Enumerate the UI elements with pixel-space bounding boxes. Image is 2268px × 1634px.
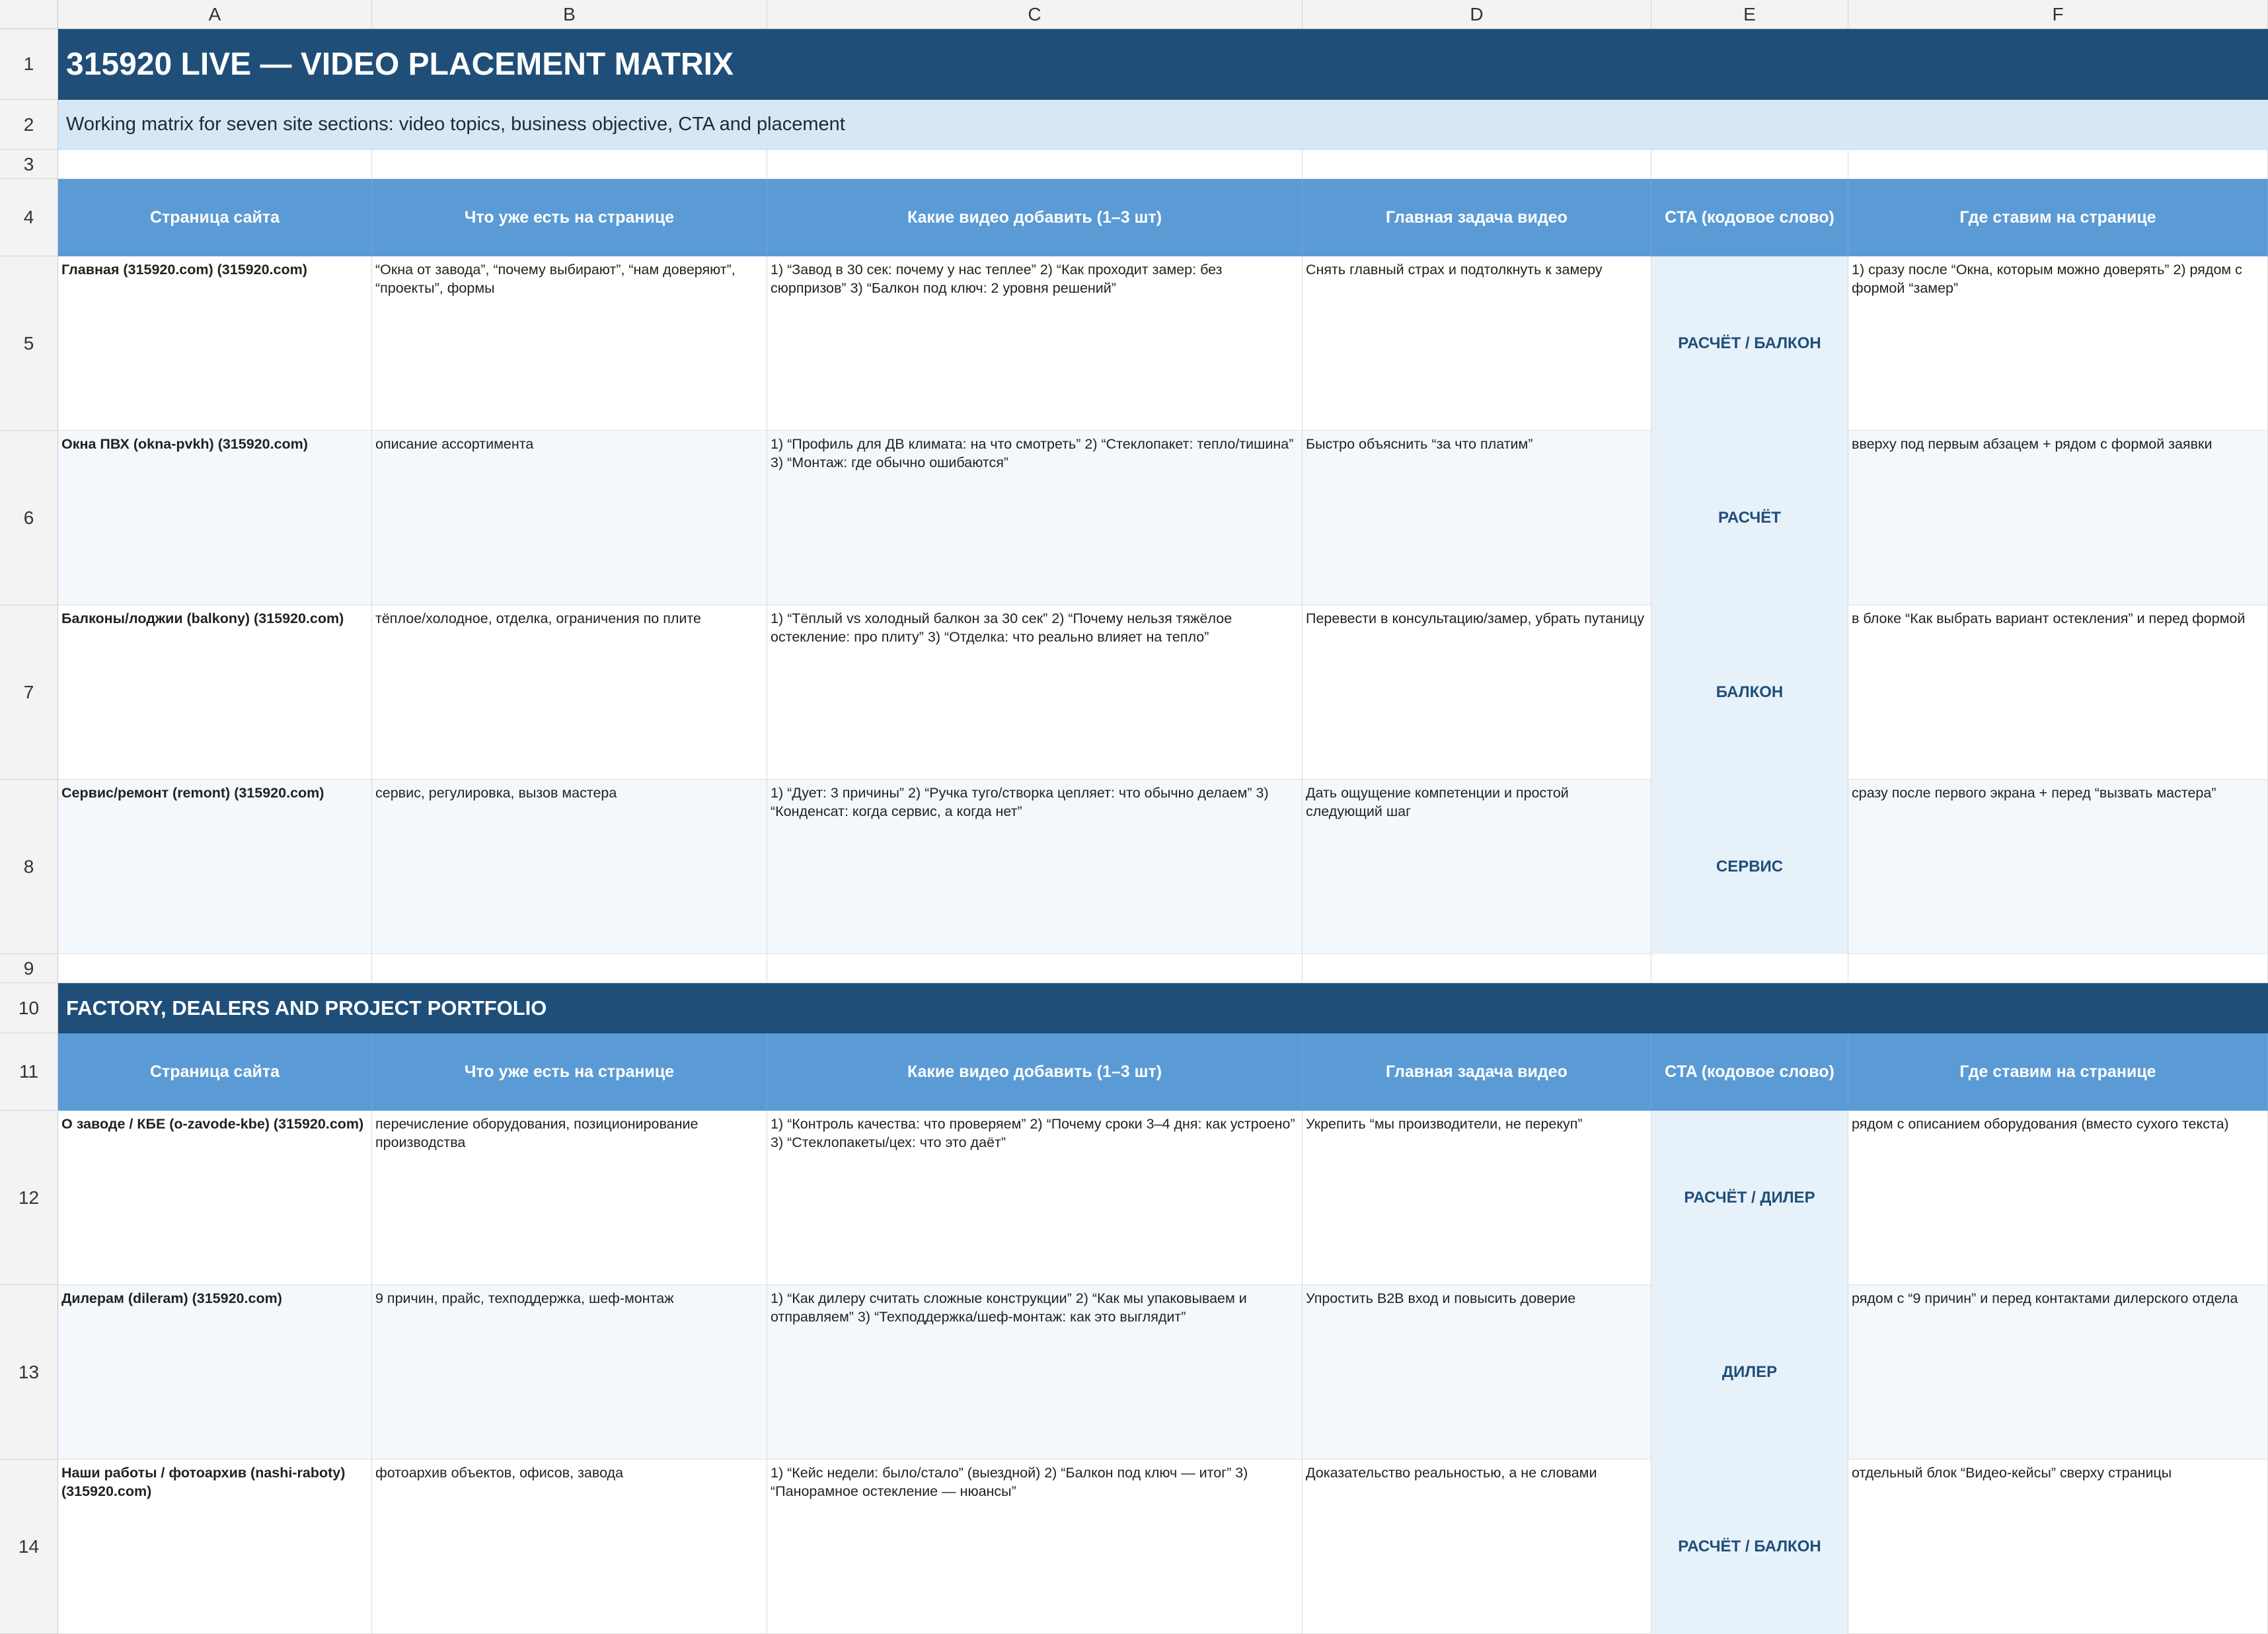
table1-header-videos[interactable]: Какие видео добавить (1–3 шт) — [767, 179, 1303, 256]
cta-codeword[interactable]: РАСЧЁТ / ДИЛЕР — [1651, 1111, 1848, 1285]
section-title-factory[interactable]: FACTORY, DEALERS AND PROJECT PORTFOLIO — [58, 983, 2268, 1033]
empty-cell[interactable] — [1848, 150, 2268, 179]
row-header-2[interactable]: 2 — [0, 100, 58, 150]
cell-existing[interactable]: “Окна от завода”, “почему выбирают”, “на… — [372, 256, 767, 431]
row-header-9[interactable]: 9 — [0, 954, 58, 983]
empty-cell[interactable] — [767, 954, 1303, 983]
cell-placement[interactable]: вверху под первым абзацем + рядом с форм… — [1848, 431, 2268, 605]
table2-header-goal[interactable]: Главная задача видео — [1303, 1033, 1651, 1111]
cell-existing[interactable]: фотоархив объектов, офисов, завода — [372, 1460, 767, 1634]
cell-goal[interactable]: Доказательство реальностью, а не словами — [1303, 1460, 1651, 1634]
cell-videos[interactable]: 1) “Завод в 30 сек: почему у нас теплее”… — [767, 256, 1303, 431]
row-header-8[interactable]: 8 — [0, 780, 58, 954]
table1-header-goal[interactable]: Главная задача видео — [1303, 179, 1651, 256]
cell-videos[interactable]: 1) “Тёплый vs холодный балкон за 30 сек”… — [767, 605, 1303, 780]
row-header-10[interactable]: 10 — [0, 983, 58, 1033]
table2-header-page[interactable]: Страница сайта — [58, 1033, 372, 1111]
table2-header-placement[interactable]: Где ставим на странице — [1848, 1033, 2268, 1111]
row-header-12[interactable]: 12 — [0, 1111, 58, 1285]
cell-page[interactable]: О заводе / КБЕ (o-zavode-kbe) (315920.co… — [58, 1111, 372, 1285]
cell-existing[interactable]: описание ассортимента — [372, 431, 767, 605]
empty-cell[interactable] — [372, 954, 767, 983]
sheet-title[interactable]: 315920 LIVE — VIDEO PLACEMENT MATRIX — [58, 29, 2268, 100]
row-header-7[interactable]: 7 — [0, 605, 58, 780]
cell-videos[interactable]: 1) “Контроль качества: что проверяем” 2)… — [767, 1111, 1303, 1285]
empty-cell[interactable] — [1651, 954, 1848, 983]
cell-page[interactable]: Дилерам (dileram) (315920.com) — [58, 1285, 372, 1460]
column-header-f[interactable]: F — [1848, 0, 2268, 29]
empty-cell[interactable] — [1651, 150, 1848, 179]
table1-header-cta[interactable]: CTA (кодовое слово) — [1651, 179, 1848, 256]
cell-placement[interactable]: сразу после первого экрана + перед “вызв… — [1848, 780, 2268, 954]
cell-goal[interactable]: Укрепить “мы производители, не перекуп” — [1303, 1111, 1651, 1285]
cell-placement[interactable]: в блоке “Как выбрать вариант остекления”… — [1848, 605, 2268, 780]
cta-codeword[interactable]: БАЛКОН — [1651, 605, 1848, 780]
table2-header-videos[interactable]: Какие видео добавить (1–3 шт) — [767, 1033, 1303, 1111]
row-header-13[interactable]: 13 — [0, 1285, 58, 1460]
empty-cell[interactable] — [767, 150, 1303, 179]
table2-header-cta[interactable]: CTA (кодовое слово) — [1651, 1033, 1848, 1111]
cell-page[interactable]: Балконы/лоджии (balkony) (315920.com) — [58, 605, 372, 780]
cell-existing[interactable]: сервис, регулировка, вызов мастера — [372, 780, 767, 954]
row-header-1[interactable]: 1 — [0, 29, 58, 100]
row-header-4[interactable]: 4 — [0, 179, 58, 256]
cell-placement[interactable]: рядом с “9 причин” и перед контактами ди… — [1848, 1285, 2268, 1460]
cta-codeword[interactable]: РАСЧЁТ — [1651, 431, 1848, 605]
column-header-c[interactable]: C — [767, 0, 1303, 29]
row-header-11[interactable]: 11 — [0, 1033, 58, 1111]
select-all-corner[interactable] — [0, 0, 58, 29]
cell-videos[interactable]: 1) “Дует: 3 причины” 2) “Ручка туго/ство… — [767, 780, 1303, 954]
cell-placement[interactable]: отдельный блок “Видео-кейсы” сверху стра… — [1848, 1460, 2268, 1634]
cell-existing[interactable]: тёплое/холодное, отделка, ограничения по… — [372, 605, 767, 780]
cell-videos[interactable]: 1) “Профиль для ДВ климата: на что смотр… — [767, 431, 1303, 605]
row-header-3[interactable]: 3 — [0, 150, 58, 179]
row-header-5[interactable]: 5 — [0, 256, 58, 431]
empty-cell[interactable] — [1848, 954, 2268, 983]
cell-page[interactable]: Окна ПВХ (okna-pvkh) (315920.com) — [58, 431, 372, 605]
cta-codeword[interactable]: СЕРВИС — [1651, 780, 1848, 954]
cta-codeword[interactable]: ДИЛЕР — [1651, 1285, 1848, 1460]
sheet-subtitle[interactable]: Working matrix for seven site sections: … — [58, 100, 2268, 150]
cell-placement[interactable]: 1) сразу после “Окна, которым можно дове… — [1848, 256, 2268, 431]
table1-header-existing[interactable]: Что уже есть на странице — [372, 179, 767, 256]
table2-header-existing[interactable]: Что уже есть на странице — [372, 1033, 767, 1111]
empty-cell[interactable] — [58, 954, 372, 983]
cell-page[interactable]: Сервис/ремонт (remont) (315920.com) — [58, 780, 372, 954]
empty-cell[interactable] — [1303, 954, 1651, 983]
cell-goal[interactable]: Перевести в консультацию/замер, убрать п… — [1303, 605, 1651, 780]
row-header-14[interactable]: 14 — [0, 1460, 58, 1634]
column-header-b[interactable]: B — [372, 0, 767, 29]
column-header-a[interactable]: A — [58, 0, 372, 29]
empty-cell[interactable] — [372, 150, 767, 179]
row-header-6[interactable]: 6 — [0, 431, 58, 605]
spreadsheet-grid: A B C D E F 1 2 3 4 5 6 7 8 9 10 11 12 13 14 315920 LIVE — V… — [0, 0, 2268, 1634]
empty-cell[interactable] — [1303, 150, 1651, 179]
cell-goal[interactable]: Дать ощущение компетенции и простой след… — [1303, 780, 1651, 954]
table1-header-page[interactable]: Страница сайта — [58, 179, 372, 256]
cell-page[interactable]: Главная (315920.com) (315920.com) — [58, 256, 372, 431]
table1-header-placement[interactable]: Где ставим на странице — [1848, 179, 2268, 256]
cell-page[interactable]: Наши работы / фотоархив (nashi-raboty) (… — [58, 1460, 372, 1634]
cta-codeword[interactable]: РАСЧЁТ / БАЛКОН — [1651, 256, 1848, 431]
empty-cell[interactable] — [58, 150, 372, 179]
cell-goal[interactable]: Быстро объяснить “за что платим” — [1303, 431, 1651, 605]
column-header-e[interactable]: E — [1651, 0, 1848, 29]
column-header-d[interactable]: D — [1303, 0, 1651, 29]
cell-existing[interactable]: 9 причин, прайс, техподдержка, шеф-монта… — [372, 1285, 767, 1460]
cta-codeword[interactable]: РАСЧЁТ / БАЛКОН — [1651, 1460, 1848, 1634]
cell-existing[interactable]: перечисление оборудования, позиционирова… — [372, 1111, 767, 1285]
cell-videos[interactable]: 1) “Кейс недели: было/стало” (выездной) … — [767, 1460, 1303, 1634]
cell-goal[interactable]: Упростить B2B вход и повысить доверие — [1303, 1285, 1651, 1460]
cell-placement[interactable]: рядом с описанием оборудования (вместо с… — [1848, 1111, 2268, 1285]
cell-goal[interactable]: Снять главный страх и подтолкнуть к заме… — [1303, 256, 1651, 431]
cell-videos[interactable]: 1) “Как дилеру считать сложные конструкц… — [767, 1285, 1303, 1460]
